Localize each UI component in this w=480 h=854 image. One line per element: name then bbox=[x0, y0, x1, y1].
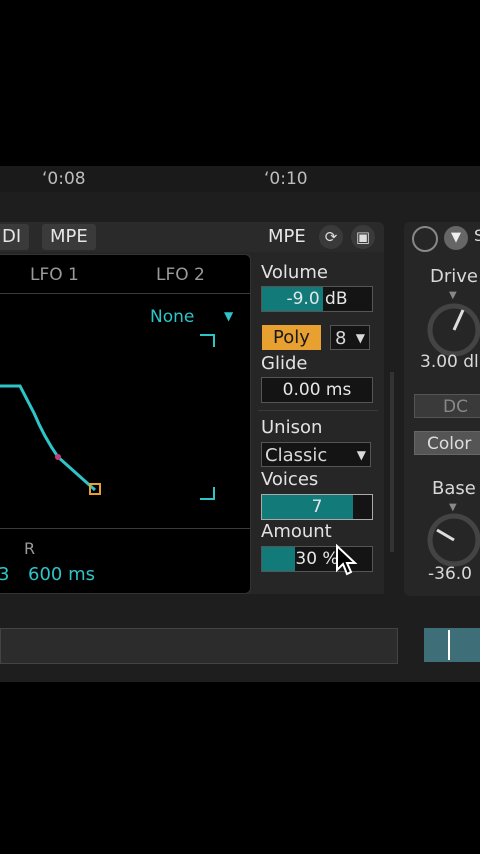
amount-fill bbox=[262, 547, 295, 571]
refresh-icon[interactable]: ⟳ bbox=[319, 225, 343, 249]
mpe-tab[interactable]: MPE bbox=[42, 224, 96, 250]
envelope-graph[interactable] bbox=[0, 315, 250, 515]
midi-tab[interactable]: DI bbox=[0, 224, 30, 250]
unison-mode-value: Classic bbox=[265, 445, 328, 466]
drive-knob[interactable] bbox=[426, 302, 480, 358]
envelope-panel: LFO 1 LFO 2 None ▼ R 3 600 ms bbox=[0, 254, 251, 594]
divider bbox=[0, 293, 250, 294]
amount-value: 30 % bbox=[295, 549, 339, 569]
divider bbox=[0, 528, 250, 529]
drive-label: Drive bbox=[430, 266, 478, 287]
voices-label: Voices bbox=[261, 469, 319, 490]
tab-lfo-2[interactable]: LFO 2 bbox=[156, 265, 205, 285]
chevron-down-icon: ▼ bbox=[355, 331, 365, 345]
voice-count-value: 8 bbox=[335, 328, 347, 349]
clip-strip[interactable] bbox=[0, 628, 398, 664]
corner-brackets bbox=[200, 334, 215, 500]
unison-mode-dropdown[interactable]: Classic ▼ bbox=[261, 442, 371, 467]
time-marker: ʻ0:08 bbox=[42, 169, 86, 189]
instrument-header: DI MPE MPE ⟳ ▣ bbox=[0, 222, 384, 252]
volume-value: -9.0 dB bbox=[286, 289, 348, 309]
volume-label: Volume bbox=[261, 262, 328, 283]
audio-effect-device: ▼ S Drive ▼ 3.00 dl DC Color Base ▼ -36.… bbox=[404, 222, 480, 596]
device-title-partial: S bbox=[474, 226, 480, 245]
device-power-icon[interactable] bbox=[412, 226, 438, 252]
voice-count-dropdown[interactable]: 8 ▼ bbox=[330, 325, 370, 350]
chevron-down-icon: ▼ bbox=[356, 448, 366, 462]
volume-slider[interactable]: -9.0 dB bbox=[261, 286, 373, 312]
arrangement-timeline[interactable]: ʻ0:08 ʻ0:10 bbox=[0, 166, 480, 192]
amount-label: Amount bbox=[261, 521, 332, 542]
mouse-cursor-icon bbox=[336, 544, 358, 576]
divider bbox=[258, 410, 378, 411]
color-button[interactable]: Color bbox=[414, 431, 480, 455]
save-icon[interactable]: ▣ bbox=[351, 225, 375, 249]
scrollbar[interactable] bbox=[390, 372, 394, 552]
base-label: Base bbox=[432, 478, 476, 499]
chevron-down-icon[interactable]: ▼ bbox=[444, 226, 468, 250]
release-value[interactable]: 600 ms bbox=[28, 564, 95, 585]
tab-lfo-1[interactable]: LFO 1 bbox=[30, 265, 79, 285]
sustain-value[interactable]: 3 bbox=[0, 564, 9, 585]
glide-label: Glide bbox=[261, 353, 308, 374]
playhead bbox=[448, 630, 450, 660]
voices-fill bbox=[262, 495, 354, 519]
envelope-handle bbox=[55, 454, 61, 460]
release-label: R bbox=[24, 539, 36, 558]
voices-slider[interactable]: 7 bbox=[261, 494, 373, 520]
envelope-curve bbox=[0, 384, 96, 492]
base-knob[interactable] bbox=[426, 512, 480, 568]
mpe-title: MPE bbox=[268, 226, 306, 247]
unison-label: Unison bbox=[261, 417, 323, 438]
drive-value[interactable]: 3.00 dl bbox=[420, 352, 479, 372]
dc-button[interactable]: DC bbox=[414, 394, 480, 418]
poly-button[interactable]: Poly bbox=[262, 325, 321, 350]
marker-triangle-icon: ▼ bbox=[449, 290, 457, 301]
base-value[interactable]: -36.0 bbox=[428, 564, 472, 584]
clip-region[interactable] bbox=[424, 628, 480, 662]
glide-field[interactable]: 0.00 ms bbox=[261, 377, 373, 403]
time-marker: ʻ0:10 bbox=[264, 169, 308, 189]
voices-value: 7 bbox=[311, 497, 323, 517]
